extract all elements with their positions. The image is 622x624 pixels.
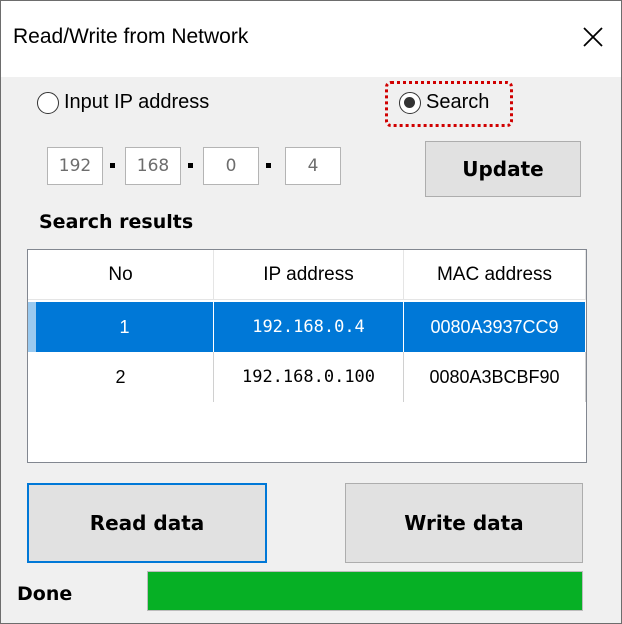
- progress-fill: [148, 572, 582, 610]
- cell-no: 2: [28, 352, 214, 402]
- search-results-label: Search results: [39, 211, 194, 233]
- window-title: Read/Write from Network: [13, 25, 249, 48]
- cell-mac: 0080A3BCBF90: [404, 352, 586, 402]
- search-results-grid[interactable]: No IP address MAC address 1 192.168.0.4 …: [27, 249, 587, 463]
- column-header-mac[interactable]: MAC address: [404, 250, 586, 300]
- cell-no: 1: [28, 302, 214, 352]
- read-data-button[interactable]: Read data: [27, 483, 267, 563]
- column-header-no[interactable]: No: [28, 250, 214, 300]
- input-ip-radio[interactable]: Input IP address: [37, 91, 209, 114]
- table-row[interactable]: 2 192.168.0.100 0080A3BCBF90: [28, 352, 586, 402]
- ip-octet-1-field[interactable]: 192: [47, 147, 103, 185]
- progress-bar: [147, 571, 583, 611]
- input-ip-radio-label: Input IP address: [64, 91, 210, 113]
- write-data-button[interactable]: Write data: [345, 483, 583, 563]
- cell-mac: 0080A3937CC9: [404, 302, 586, 352]
- cell-ip: 192.168.0.4: [214, 302, 404, 352]
- cell-ip: 192.168.0.100: [214, 352, 404, 402]
- table-row[interactable]: 1 192.168.0.4 0080A3937CC9: [28, 302, 586, 352]
- ip-separator-dot: [266, 163, 271, 168]
- status-label: Done: [17, 583, 73, 605]
- column-header-ip[interactable]: IP address: [214, 250, 404, 300]
- title-bar: Read/Write from Network: [1, 1, 621, 77]
- input-ip-radio-circle: [37, 91, 59, 114]
- ip-separator-dot: [188, 163, 193, 168]
- search-highlight-box: [385, 81, 513, 127]
- ip-octet-4-field[interactable]: 4: [285, 147, 341, 185]
- grid-header: No IP address MAC address: [28, 250, 586, 300]
- close-icon: [583, 27, 603, 47]
- dialog-window: Read/Write from Network Input IP address…: [0, 0, 622, 624]
- ip-octet-3-field[interactable]: 0: [203, 147, 259, 185]
- ip-separator-dot: [110, 163, 115, 168]
- update-button[interactable]: Update: [425, 141, 581, 197]
- close-button[interactable]: [571, 15, 615, 59]
- ip-octet-2-field[interactable]: 168: [125, 147, 181, 185]
